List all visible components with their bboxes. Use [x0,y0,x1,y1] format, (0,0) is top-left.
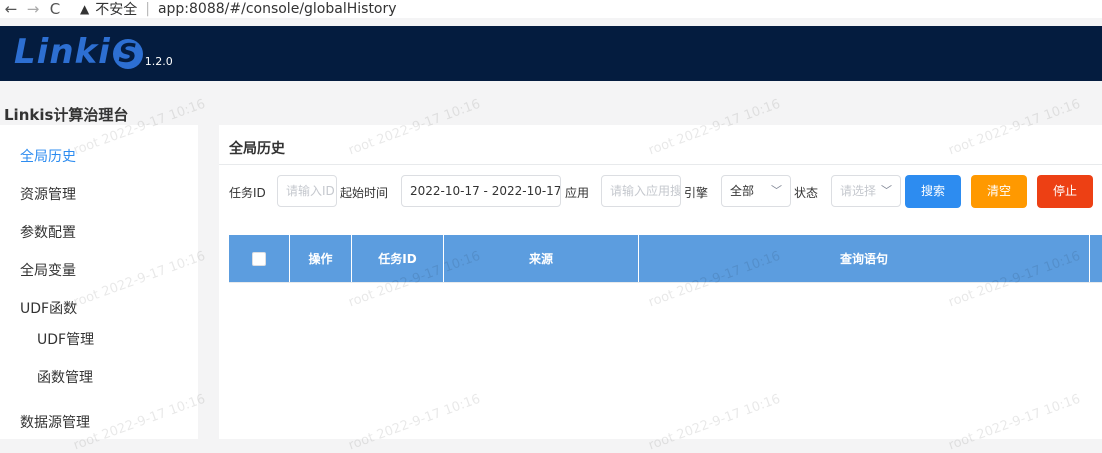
engine-select-value: 全部 [730,184,755,198]
chevron-down-icon: ﹀ [771,184,782,197]
sidebar-item-udf-functions[interactable]: UDF函数 [20,298,77,318]
sidebar-item-datasource-management[interactable]: 数据源管理 [20,412,90,432]
version-label: 1.2.0 [144,55,173,68]
column-header-source: 来源 [444,235,639,282]
address-bar[interactable]: app:8088/#/console/globalHistory [158,1,397,17]
platform-title: Linkis计算治理台 [4,106,129,124]
status-select[interactable]: 请选择 ﹀ [831,175,901,207]
column-header-query: 查询语句 [639,235,1090,282]
column-header-operation: 操作 [290,235,352,282]
main-panel: 全局历史 任务ID 请输入ID 起始时间 2022-10-17 - 2022-1… [219,125,1102,439]
app-label: 应用 [565,186,590,200]
sidebar-item-udf-management[interactable]: UDF管理 [37,329,94,349]
table-body-divider [229,282,1102,283]
select-all-checkbox[interactable] [252,251,266,266]
app-header: Linki S 1.2.0 [0,26,1102,81]
start-time-label: 起始时间 [340,186,389,200]
select-all-cell [229,235,290,282]
column-header-more [1090,235,1102,282]
logo-letter: S [112,39,143,69]
engine-select[interactable]: 全部 ﹀ [721,175,791,207]
engine-label: 引擎 [684,186,709,200]
sidebar: 全局历史 资源管理 参数配置 全局变量 UDF函数 UDF管理 函数管理 数据源… [0,125,198,439]
search-button[interactable]: 搜索 [905,175,961,208]
title-divider [219,164,1102,165]
column-header-task-id: 任务ID [352,235,444,282]
sidebar-item-resource-management[interactable]: 资源管理 [20,184,76,204]
insecure-label[interactable]: 不安全 [95,0,137,19]
task-id-label: 任务ID [229,186,266,200]
sidebar-item-function-management[interactable]: 函数管理 [37,367,93,387]
url-separator: | [145,1,150,17]
forward-arrow-icon[interactable]: → [22,0,44,18]
date-range-picker[interactable]: 2022-10-17 - 2022-10-17 [401,175,561,207]
reload-icon[interactable]: C [44,0,66,18]
app-input[interactable]: 请输入应用搜 [601,175,681,207]
status-label: 状态 [794,186,819,200]
browser-toolbar: ← → C ▲ 不安全 | app:8088/#/console/globalH… [0,0,1102,18]
table-header: 操作 任务ID 来源 查询语句 [229,235,1102,282]
linkis-logo[interactable]: Linki S 1.2.0 [14,32,173,72]
chevron-down-icon: ﹀ [881,184,892,197]
stop-button[interactable]: 停止 [1037,175,1093,208]
warning-icon[interactable]: ▲ [80,2,89,16]
back-arrow-icon[interactable]: ← [0,0,22,18]
page-title: 全局历史 [229,141,285,157]
task-id-input[interactable]: 请输入ID [277,175,337,207]
status-select-placeholder: 请选择 [840,184,877,198]
sidebar-item-parameter-config[interactable]: 参数配置 [20,222,76,242]
clear-button[interactable]: 清空 [971,175,1027,208]
logo-text: Linki [14,32,111,72]
sidebar-item-global-history[interactable]: 全局历史 [20,146,76,166]
sidebar-item-global-variables[interactable]: 全局变量 [20,260,76,280]
